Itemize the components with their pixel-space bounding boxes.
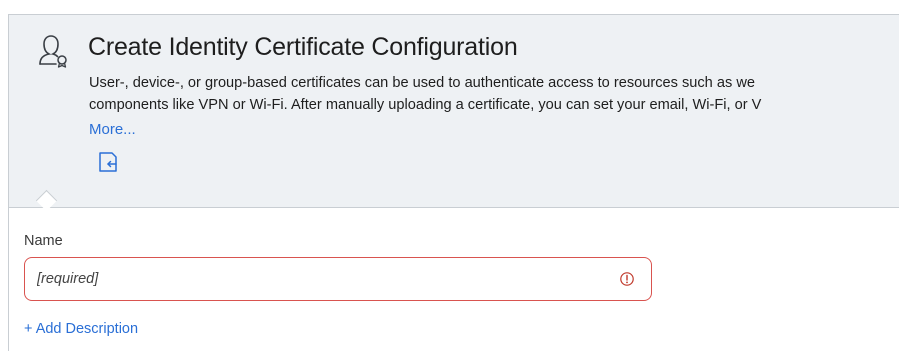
more-link[interactable]: More... bbox=[89, 121, 136, 138]
header-panel: Create Identity Certificate Configuratio… bbox=[8, 14, 899, 207]
page-title: Create Identity Certificate Configuratio… bbox=[88, 33, 518, 61]
description-line-1: User-, device-, or group-based certifica… bbox=[89, 75, 755, 91]
top-cut-text bbox=[0, 0, 899, 14]
name-field-wrapper bbox=[24, 257, 652, 301]
name-input[interactable] bbox=[37, 268, 597, 290]
import-icon[interactable] bbox=[97, 151, 119, 173]
name-label: Name bbox=[24, 233, 63, 249]
description-line-2: components like VPN or Wi-Fi. After manu… bbox=[89, 97, 762, 113]
add-description-link[interactable]: + Add Description bbox=[24, 321, 138, 337]
alert-circle-icon bbox=[620, 272, 634, 286]
certificate-person-icon bbox=[39, 35, 67, 68]
dialog-frame: Create Identity Certificate Configuratio… bbox=[0, 0, 899, 351]
page-description: User-, device-, or group-based certifica… bbox=[89, 72, 899, 116]
